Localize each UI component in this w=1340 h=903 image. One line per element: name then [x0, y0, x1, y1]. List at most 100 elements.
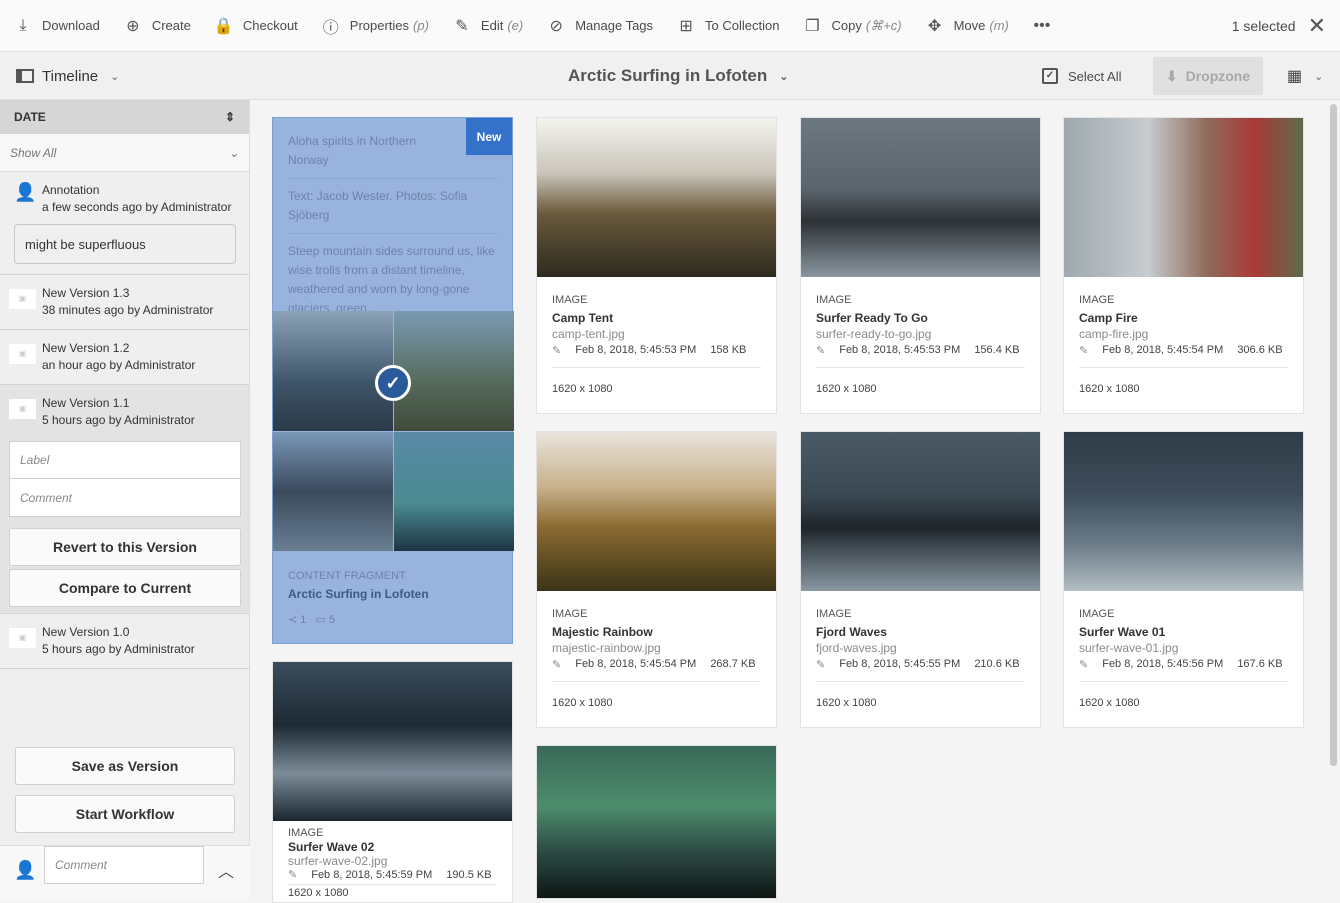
asset-title: Camp Tent — [552, 311, 614, 325]
download-icon: ⤓ — [19, 16, 27, 34]
card-grid: New Aloha spirits in Northern Norway Tex… — [251, 100, 1326, 903]
entry-sub: a few seconds ago by Administrator — [42, 200, 232, 214]
pencil-icon: ✎ — [552, 345, 562, 357]
toolbar-label: Download — [42, 18, 100, 33]
asset-type: IMAGE — [816, 294, 852, 306]
move-button[interactable]: ✥ Move (m) — [910, 0, 1017, 52]
select-all-button[interactable]: ✓ Select All — [1042, 52, 1121, 100]
pencil-icon: ✎ — [455, 17, 469, 35]
fragment-credit: Text: Jacob Wester. Photos: Sofia Sjöber… — [288, 179, 497, 234]
lock-icon: 🔒 — [213, 17, 234, 35]
entry-sub: 38 minutes ago by Administrator — [42, 303, 214, 317]
page-title[interactable]: Arctic Surfing in Lofoten ⌄ — [568, 52, 789, 100]
asset-card[interactable]: IMAGE Surfer Wave 02 surfer-wave-02.jpg … — [272, 661, 513, 903]
more-button[interactable]: ••• — [1017, 0, 1069, 52]
asset-card[interactable]: IMAGE Fjord Waves fjord-waves.jpg ✎ Feb 8… — [800, 431, 1041, 728]
toolbar-label: Move — [953, 18, 986, 33]
dropzone-button[interactable]: ⬇ Dropzone — [1153, 57, 1263, 95]
rail-icon — [16, 69, 34, 83]
pencil-icon: ✎ — [1079, 345, 1089, 357]
asset-card[interactable]: IMAGE Surfer Wave 01 surfer-wave-01.jpg … — [1063, 431, 1304, 728]
card-meta: IMAGE Camp Fire camp-fire.jpg ✎ Feb 8, 20… — [1064, 277, 1303, 395]
fragment-counts: ≺ 1 ▭ 5 — [288, 613, 429, 626]
tag-icon: ⊘ — [549, 17, 563, 35]
asset-info: ✎ Feb 8, 2018, 5:45:59 PM 190.5 KB — [288, 869, 497, 885]
entry-sub: 5 hours ago by Administrator — [42, 413, 195, 427]
entry-title: Annotation — [42, 183, 100, 197]
dimensions: 1620 x 1080 — [816, 383, 877, 395]
asset-type: IMAGE — [816, 608, 852, 620]
pencil-icon: ✎ — [552, 659, 562, 671]
compare-button[interactable]: Compare to Current — [9, 569, 241, 607]
checkbox-icon: ✓ — [1042, 68, 1058, 84]
fragment-meta: CONTENT FRAGMENT Arctic Surfing in Lofot… — [288, 570, 429, 626]
fragment-image — [273, 311, 393, 431]
asset-filename: camp-fire.jpg — [1079, 327, 1149, 341]
modified-date: Feb 8, 2018, 5:45:53 PM — [575, 344, 697, 356]
comment-field[interactable]: Comment — [44, 846, 204, 884]
rail-selector[interactable]: Timeline ⌄ — [16, 52, 119, 100]
version-entry[interactable]: ▣ New Version 1.2 an hour ago by Administr… — [0, 330, 249, 385]
toolbar-label: Checkout — [242, 18, 298, 33]
selected-check-icon[interactable]: ✓ — [375, 365, 411, 401]
filter-select[interactable]: Show All ⌄ — [0, 134, 249, 172]
dimensions: 1620 x 1080 — [816, 697, 877, 709]
edit-button[interactable]: ✎ Edit (e) — [437, 0, 531, 52]
modified-date: Feb 8, 2018, 5:45:54 PM — [1102, 344, 1224, 356]
asset-title: Surfer Wave 01 — [1079, 625, 1166, 639]
image-count: 5 — [329, 614, 336, 626]
to-collection-button[interactable]: ⊞ To Collection — [661, 0, 787, 52]
dimensions: 1620 x 1080 — [1079, 697, 1140, 709]
create-button[interactable]: ⊕ Create — [108, 0, 199, 52]
asset-thumbnail — [273, 662, 512, 821]
file-size: 268.7 KB — [710, 658, 756, 670]
toolbar-label: Copy — [831, 18, 862, 33]
entry-sub: an hour ago by Administrator — [42, 358, 196, 372]
shortcut-hint: (⌘+c) — [865, 17, 902, 33]
sort-header[interactable]: DATE ⇕ — [0, 100, 249, 134]
modified-date: Feb 8, 2018, 5:45:56 PM — [1102, 658, 1224, 670]
download-button[interactable]: ⤓ Download — [0, 0, 108, 52]
asset-card[interactable] — [536, 745, 777, 899]
asset-card[interactable]: IMAGE Surfer Ready To Go surfer-ready-to… — [800, 117, 1041, 414]
asset-card[interactable]: IMAGE Camp Tent camp-tent.jpg ✎ Feb 8, 20… — [536, 117, 777, 414]
image-icon: ▭ — [315, 614, 326, 626]
scrollbar[interactable] — [1330, 104, 1337, 766]
version-entry[interactable]: ▣ New Version 1.1 5 hours ago by Administr… — [0, 385, 249, 439]
view-switcher[interactable]: ▦ ⌄ — [1287, 52, 1323, 100]
asset-info: ✎ Feb 8, 2018, 5:45:54 PM 268.7 KB — [552, 658, 761, 682]
asset-type: IMAGE — [1079, 294, 1115, 306]
asset-card[interactable]: IMAGE Majestic Rainbow majestic-rainbow.… — [536, 431, 777, 728]
copy-button[interactable]: ❐ Copy (⌘+c) — [787, 0, 909, 52]
start-workflow-button[interactable]: Start Workflow — [15, 795, 235, 833]
annotation-entry[interactable]: 👤 Annotation a few seconds ago by Admini… — [0, 172, 249, 275]
modified-date: Feb 8, 2018, 5:45:55 PM — [839, 658, 961, 670]
manage-tags-button[interactable]: ⊘ Manage Tags — [531, 0, 661, 52]
comment-bar: 👤 Comment ︿ — [0, 845, 250, 899]
sort-label: DATE — [14, 110, 46, 124]
asset-filename: camp-tent.jpg — [552, 327, 625, 341]
close-selection-icon[interactable]: ✕ — [1308, 13, 1326, 39]
card-meta: IMAGE Surfer Wave 01 surfer-wave-01.jpg … — [1064, 591, 1303, 709]
asset-title: Surfer Ready To Go — [816, 311, 928, 325]
toolbar-label: Create — [151, 18, 191, 33]
asset-info: ✎ Feb 8, 2018, 5:45:53 PM 158 KB — [552, 344, 761, 368]
label-input[interactable]: Label — [9, 441, 241, 479]
chevron-up-icon[interactable]: ︿ — [218, 858, 234, 882]
properties-button[interactable]: ⓘ Properties (p) — [306, 0, 437, 52]
save-as-version-button[interactable]: Save as Version — [15, 747, 235, 785]
plus-circle-icon: ⊕ — [126, 17, 140, 35]
collection-icon: ⊞ — [679, 17, 693, 35]
file-size: 190.5 KB — [446, 869, 492, 881]
move-icon: ✥ — [927, 17, 942, 35]
select-all-label: Select All — [1068, 68, 1122, 84]
content-fragment-card[interactable]: New Aloha spirits in Northern Norway Tex… — [272, 117, 514, 644]
asset-card[interactable]: IMAGE Camp Fire camp-fire.jpg ✎ Feb 8, 20… — [1063, 117, 1304, 414]
comment-input[interactable]: Comment — [9, 479, 241, 517]
fragment-type: CONTENT FRAGMENT — [288, 570, 406, 582]
checkout-button[interactable]: 🔒 Checkout — [199, 0, 306, 52]
more-icon: ••• — [1033, 16, 1051, 34]
version-entry[interactable]: ▣ New Version 1.0 5 hours ago by Administr… — [0, 614, 249, 669]
version-entry[interactable]: ▣ New Version 1.3 38 minutes ago by Admini… — [0, 275, 249, 330]
revert-button[interactable]: Revert to this Version — [9, 528, 241, 566]
